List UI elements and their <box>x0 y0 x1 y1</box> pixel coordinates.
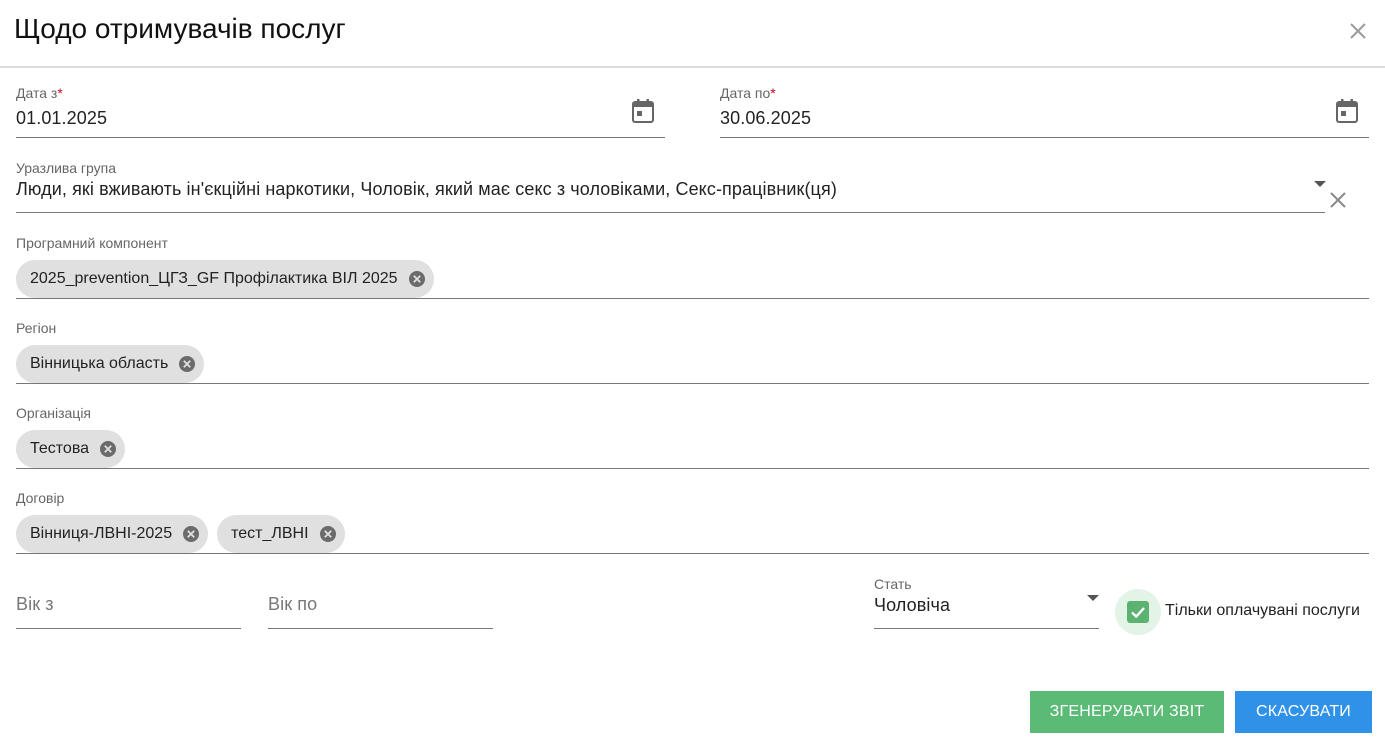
program-component-label: Програмний компонент <box>16 235 168 251</box>
close-icon[interactable] <box>1346 19 1370 43</box>
date-to-field[interactable]: Дата по* 30.06.2025 <box>720 84 1369 138</box>
date-from-value[interactable]: 01.01.2025 <box>16 108 107 129</box>
contract-select[interactable]: Договір Вінниця-ЛВНІ-2025 тест_ЛВНІ <box>16 490 1369 554</box>
region-label: Регіон <box>16 320 57 336</box>
chip-remove-icon[interactable] <box>319 525 337 543</box>
chevron-down-icon[interactable] <box>1087 595 1099 601</box>
required-mark: * <box>770 85 776 101</box>
paid-only-label: Тільки оплачувані послуги <box>1165 602 1360 619</box>
chip: Вінницька область <box>16 345 205 383</box>
clear-icon[interactable] <box>1328 190 1348 210</box>
gender-value: Чоловіча <box>874 595 951 615</box>
age-to-input[interactable]: Вік по <box>268 580 493 629</box>
program-component-select[interactable]: Програмний компонент 2025_prevention_ЦГЗ… <box>16 235 1369 299</box>
generate-report-button[interactable]: ЗГЕНЕРУВАТИ ЗВІТ <box>1030 691 1224 733</box>
chip-label: тест_ЛВНІ <box>231 525 309 542</box>
check-icon <box>1131 607 1145 619</box>
chip-remove-icon[interactable] <box>99 440 117 458</box>
chip-label: Тестова <box>30 440 90 457</box>
organization-label: Організація <box>16 405 92 421</box>
organization-select[interactable]: Організація Тестова <box>16 405 1369 469</box>
dialog-title: Щодо отримувачів послуг <box>14 13 346 44</box>
contract-label: Договір <box>16 490 65 506</box>
chip-label: Вінницька область <box>30 355 169 372</box>
age-from-input[interactable]: Вік з <box>16 580 241 629</box>
chip: тест_ЛВНІ <box>217 515 345 553</box>
age-from-placeholder: Вік з <box>16 594 54 614</box>
gender-select[interactable]: Стать Чоловіча <box>874 576 1099 629</box>
calendar-icon[interactable] <box>1335 98 1359 124</box>
chip: Вінниця-ЛВНІ-2025 <box>16 515 209 553</box>
vulnerable-group-value: Люди, які вживають ін'єкційні наркотики,… <box>16 179 837 199</box>
cancel-button[interactable]: СКАСУВАТИ <box>1235 691 1372 733</box>
calendar-icon[interactable] <box>631 98 655 124</box>
age-to-placeholder: Вік по <box>268 594 318 614</box>
required-mark: * <box>57 85 63 101</box>
chevron-down-icon[interactable] <box>1314 181 1326 187</box>
gender-label: Стать <box>874 576 912 592</box>
chip-remove-icon[interactable] <box>182 525 200 543</box>
chip-remove-icon[interactable] <box>178 355 196 373</box>
date-to-label: Дата по <box>720 85 771 101</box>
chip: 2025_prevention_ЦГЗ_GF Профілактика ВІЛ … <box>16 260 434 298</box>
chip-remove-icon[interactable] <box>408 270 426 288</box>
vulnerable-group-label: Уразлива група <box>16 160 116 176</box>
date-from-label: Дата з <box>16 85 58 101</box>
date-to-value[interactable]: 30.06.2025 <box>720 108 811 129</box>
date-from-field[interactable]: Дата з* 01.01.2025 <box>16 84 665 138</box>
region-select[interactable]: Регіон Вінницька область <box>16 320 1369 384</box>
chip-label: Вінниця-ЛВНІ-2025 <box>30 525 173 542</box>
chip: Тестова <box>16 430 126 468</box>
chip-label: 2025_prevention_ЦГЗ_GF Профілактика ВІЛ … <box>30 270 398 287</box>
vulnerable-group-select[interactable]: Уразлива група Люди, які вживають ін'єкц… <box>16 160 1326 213</box>
paid-only-checkbox[interactable] <box>1115 589 1161 635</box>
dialog-header: Щодо отримувачів послуг <box>0 0 1385 68</box>
